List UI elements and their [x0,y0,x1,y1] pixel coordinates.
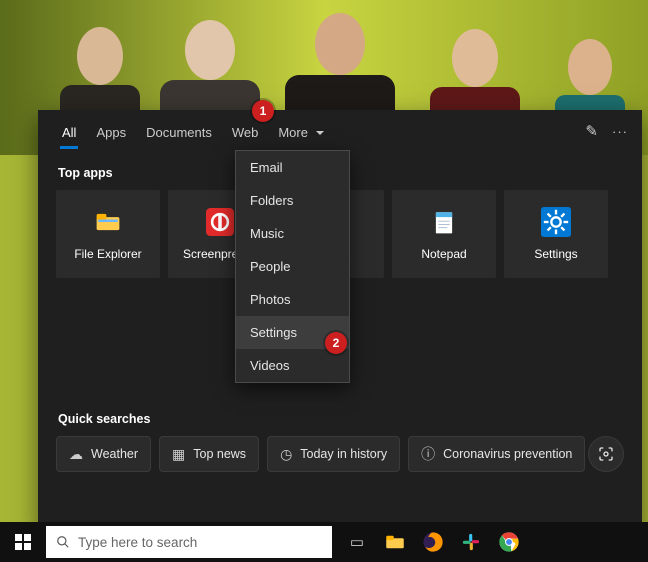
windows-logo-icon [15,534,31,550]
weather-icon: ☁ [69,446,83,463]
taskbar: Type here to search ▭ [0,522,648,562]
quick-searches-heading: Quick searches [58,412,150,426]
screenshot-search-button[interactable] [588,436,624,472]
file-explorer-icon [93,207,123,237]
notepad-icon [429,207,459,237]
taskbar-app-slack[interactable] [458,529,484,555]
news-icon: ▦ [172,446,185,463]
chip-label: Coronavirus prevention [443,447,572,461]
start-button[interactable] [0,522,46,562]
feedback-icon[interactable]: ✎ [585,122,598,140]
chevron-down-icon [316,131,324,139]
dropdown-item-music[interactable]: Music [236,217,349,250]
chip-top-news[interactable]: ▦ Top news [159,436,259,472]
search-icon [56,535,70,549]
more-options-icon[interactable]: ··· [612,124,628,139]
dropdown-item-email[interactable]: Email [236,151,349,184]
tile-label: Settings [534,247,577,261]
tile-label: Notepad [421,247,466,261]
tab-apps[interactable]: Apps [86,114,136,149]
tile-settings[interactable]: Settings [504,190,608,278]
taskbar-search-input[interactable]: Type here to search [46,526,332,558]
tab-more-label: More [278,125,308,140]
tile-notepad[interactable]: Notepad [392,190,496,278]
screenpresso-icon [205,207,235,237]
chip-label: Today in history [300,447,387,461]
search-tabs: All Apps Documents Web More ✎ ··· [38,110,642,152]
dropdown-item-videos[interactable]: Videos [236,349,349,382]
tab-all[interactable]: All [52,114,86,149]
dropdown-item-photos[interactable]: Photos [236,283,349,316]
annotation-2: 2 [325,332,347,354]
chip-weather[interactable]: ☁ Weather [56,436,151,472]
search-placeholder: Type here to search [78,535,197,550]
taskbar-app-file-explorer[interactable] [382,529,408,555]
task-view-button[interactable]: ▭ [344,529,370,555]
chip-label: Weather [91,447,138,461]
tab-documents[interactable]: Documents [136,114,222,149]
taskbar-app-chrome[interactable] [496,529,522,555]
dropdown-item-people[interactable]: People [236,250,349,283]
tile-label: File Explorer [74,247,141,261]
tab-more[interactable]: More [268,114,333,149]
history-icon: ◷ [280,446,292,463]
info-icon: ⓘ [421,444,435,464]
dropdown-item-folders[interactable]: Folders [236,184,349,217]
chip-today-in-history[interactable]: ◷ Today in history [267,436,400,472]
taskbar-app-firefox[interactable] [420,529,446,555]
quick-search-chips: ☁ Weather ▦ Top news ◷ Today in history … [56,436,585,472]
tile-file-explorer[interactable]: File Explorer [56,190,160,278]
windows-search-panel: All Apps Documents Web More ✎ ··· Top ap… [38,110,642,531]
settings-gear-icon [541,207,571,237]
annotation-1: 1 [252,100,274,122]
chip-coronavirus[interactable]: ⓘ Coronavirus prevention [408,436,585,472]
chip-label: Top news [193,447,246,461]
